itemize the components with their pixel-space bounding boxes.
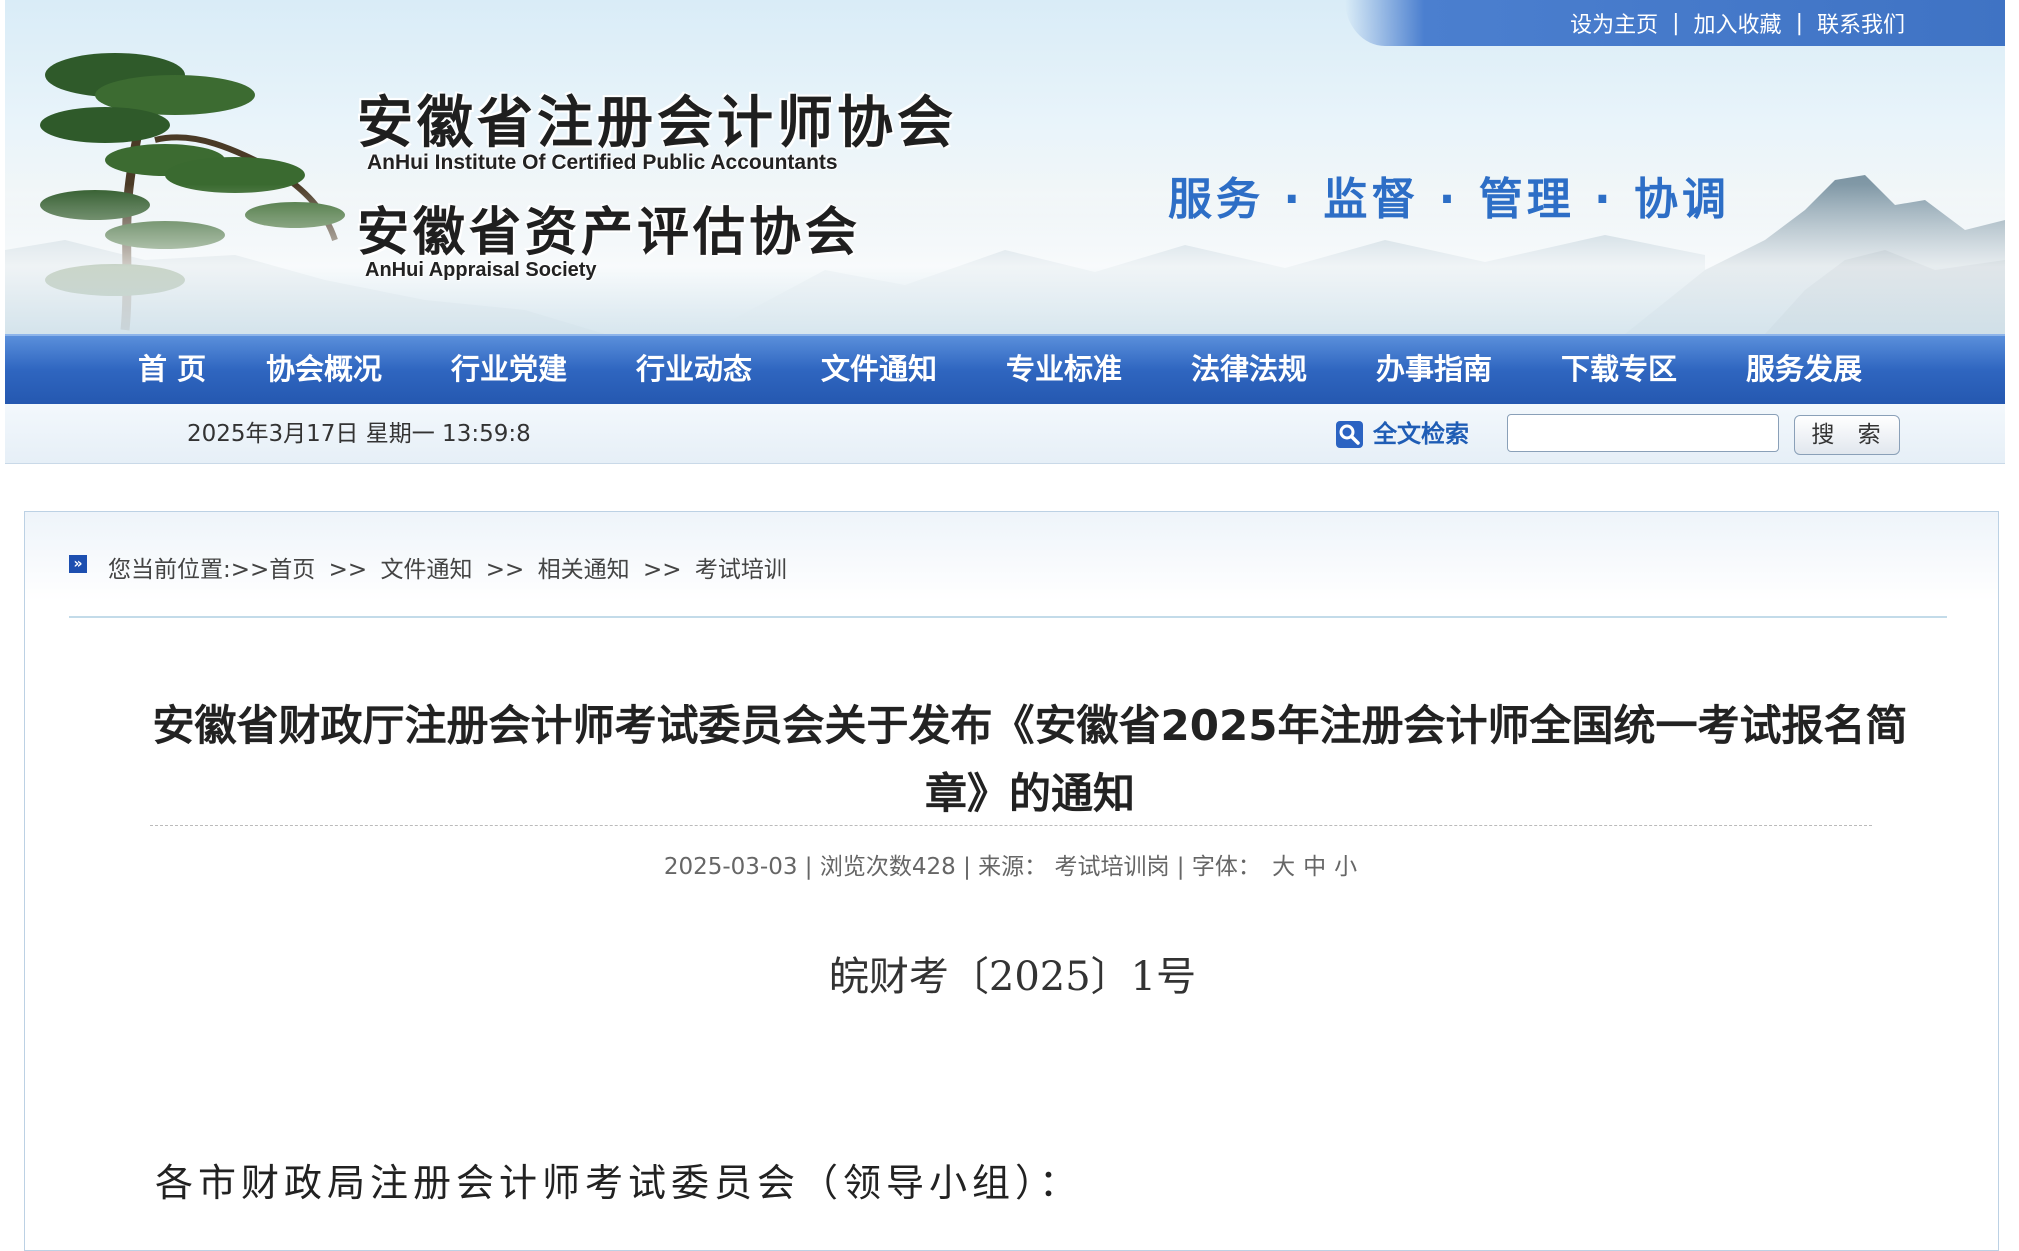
- page: 设为主页 | 加入收藏 | 联系我们 安徽省注册会计师协会 AnHui Inst…: [0, 0, 2006, 1251]
- document-number: 皖财考〔2025〕1号: [828, 954, 1197, 1000]
- breadcrumb-item-notices[interactable]: 文件通知: [380, 557, 472, 583]
- nav-item-laws[interactable]: 法律法规: [1191, 336, 1307, 402]
- fulltext-search-label: 全文检索: [1373, 420, 1469, 448]
- header-banner: 设为主页 | 加入收藏 | 联系我们 安徽省注册会计师协会 AnHui Inst…: [5, 0, 2005, 334]
- article-title: 安徽省财政厅注册会计师考试委员会关于发布《安徽省2025年注册会计师全国统一考试…: [152, 701, 1908, 818]
- search-button[interactable]: 搜 索: [1794, 415, 1900, 455]
- top-links-bar: 设为主页 | 加入收藏 | 联系我们: [1345, 0, 2005, 46]
- current-datetime: 2025年3月17日 星期一 13:59:8: [187, 421, 531, 447]
- nav-item-downloads[interactable]: 下载专区: [1561, 336, 1677, 402]
- article-meta: 2025-03-03 | 浏览次数428 | 来源： 考试培训岗 | 字体： 大…: [663, 854, 1358, 880]
- main-nav: 首 页 协会概况 行业党建 行业动态 文件通知 专业标准 法律法规 办事指南 下…: [5, 334, 2005, 404]
- article-source: 考试培训岗: [1054, 854, 1170, 880]
- search-icon: [1336, 421, 1363, 448]
- salutation: 各市财政局注册会计师考试委员会（领导小组）：: [155, 1161, 1083, 1205]
- font-size-label: 字体：: [1191, 854, 1261, 880]
- breadcrumb-separator: >>: [328, 557, 368, 583]
- article-views: 浏览次数428: [819, 854, 956, 880]
- source-label: 来源：: [978, 854, 1048, 880]
- breadcrumb-divider: [69, 616, 1947, 618]
- nav-item-services[interactable]: 服务发展: [1746, 336, 1862, 402]
- breadcrumb-prefix: 您当前位置:>>: [108, 557, 270, 583]
- set-homepage-link[interactable]: 设为主页: [1570, 7, 1658, 39]
- logo-org2-en: AnHui Appraisal Society: [365, 259, 597, 281]
- article-date: 2025-03-03: [663, 854, 798, 880]
- logo-org1-en: AnHui Institute Of Certified Public Acco…: [367, 151, 838, 174]
- breadcrumb-separator: >>: [485, 557, 525, 583]
- breadcrumb-item-exam-training[interactable]: 考试培训: [695, 557, 787, 583]
- breadcrumb-item-related[interactable]: 相关通知: [538, 557, 630, 583]
- font-size-small[interactable]: 小: [1334, 854, 1357, 880]
- double-chevron-right-icon: »: [69, 555, 87, 573]
- font-size-medium[interactable]: 中: [1303, 854, 1326, 880]
- font-size-large[interactable]: 大: [1272, 854, 1295, 880]
- nav-item-guide[interactable]: 办事指南: [1376, 336, 1492, 402]
- slogan: 服务 · 监督 · 管理 · 协调: [1168, 174, 1731, 225]
- logo-org1-cn: 安徽省注册会计师协会: [357, 90, 957, 156]
- contact-us-link[interactable]: 联系我们: [1817, 7, 1905, 39]
- nav-item-notices[interactable]: 文件通知: [821, 336, 937, 402]
- logo-org2-cn: 安徽省资产评估协会: [357, 202, 862, 263]
- breadcrumb: 您当前位置:>>首页 >> 文件通知 >> 相关通知 >> 考试培训: [108, 550, 793, 584]
- nav-item-news[interactable]: 行业动态: [636, 336, 752, 402]
- nav-item-home[interactable]: 首 页: [138, 336, 206, 402]
- nav-item-about[interactable]: 协会概况: [266, 336, 382, 402]
- nav-item-standards[interactable]: 专业标准: [1006, 336, 1122, 402]
- date-search-bar: 2025年3月17日 星期一 13:59:8 全文检索 搜 索: [5, 404, 2005, 464]
- title-divider: [150, 825, 1872, 826]
- nav-item-party[interactable]: 行业党建: [451, 336, 567, 402]
- search-input[interactable]: [1507, 414, 1779, 452]
- separator: |: [1672, 10, 1680, 36]
- article-panel: » 您当前位置:>>首页 >> 文件通知 >> 相关通知 >> 考试培训 安徽省…: [24, 511, 1999, 1251]
- breadcrumb-separator: >>: [642, 557, 682, 583]
- add-favorite-link[interactable]: 加入收藏: [1694, 7, 1782, 39]
- separator: |: [1795, 10, 1803, 36]
- breadcrumb-item-home[interactable]: 首页: [269, 557, 315, 583]
